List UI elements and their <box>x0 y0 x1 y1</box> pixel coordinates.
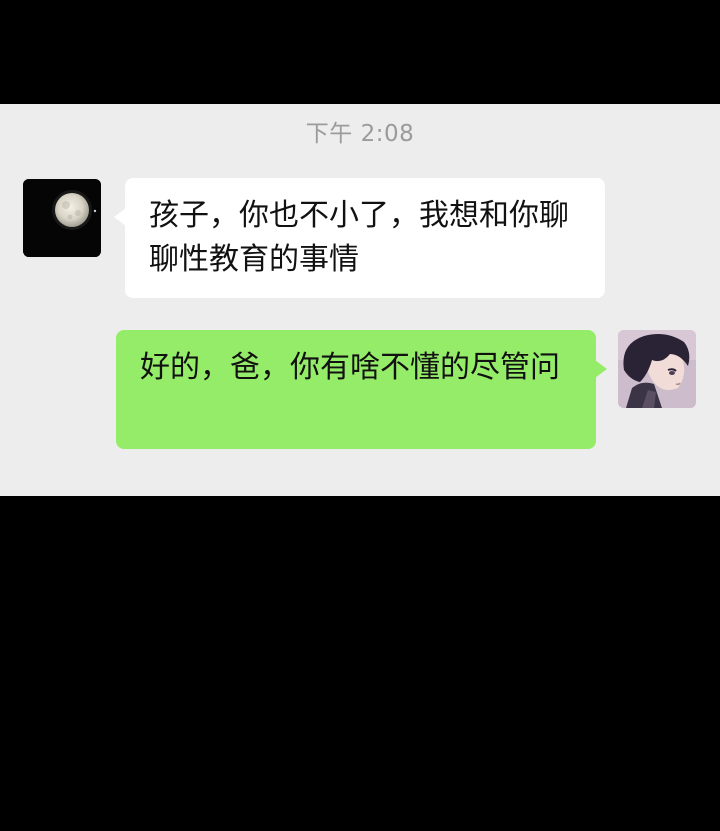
incoming-message-bubble[interactable]: 孩子，你也不小了，我想和你聊聊性教育的事情 <box>114 178 605 298</box>
moon-avatar-icon[interactable] <box>23 179 101 257</box>
outgoing-message-text: 好的，爸，你有啥不懂的尽管问 <box>140 350 560 385</box>
anime-boy-avatar-image <box>618 330 696 408</box>
chat-panel[interactable]: 下午 2:08 孩子，你也不小了，我想和你聊聊性教育的事情 好的，爸，你有啥不懂… <box>0 104 720 496</box>
anime-boy-avatar-icon[interactable] <box>618 330 696 408</box>
moon-avatar-image <box>23 179 101 257</box>
message-timestamp: 下午 2:08 <box>305 121 415 147</box>
incoming-message-text: 孩子，你也不小了，我想和你聊聊性教育的事情 <box>149 198 569 277</box>
outgoing-message-bubble[interactable]: 好的，爸，你有啥不懂的尽管问 <box>116 330 607 449</box>
screen: 下午 2:08 孩子，你也不小了，我想和你聊聊性教育的事情 好的，爸，你有啥不懂… <box>0 0 720 831</box>
